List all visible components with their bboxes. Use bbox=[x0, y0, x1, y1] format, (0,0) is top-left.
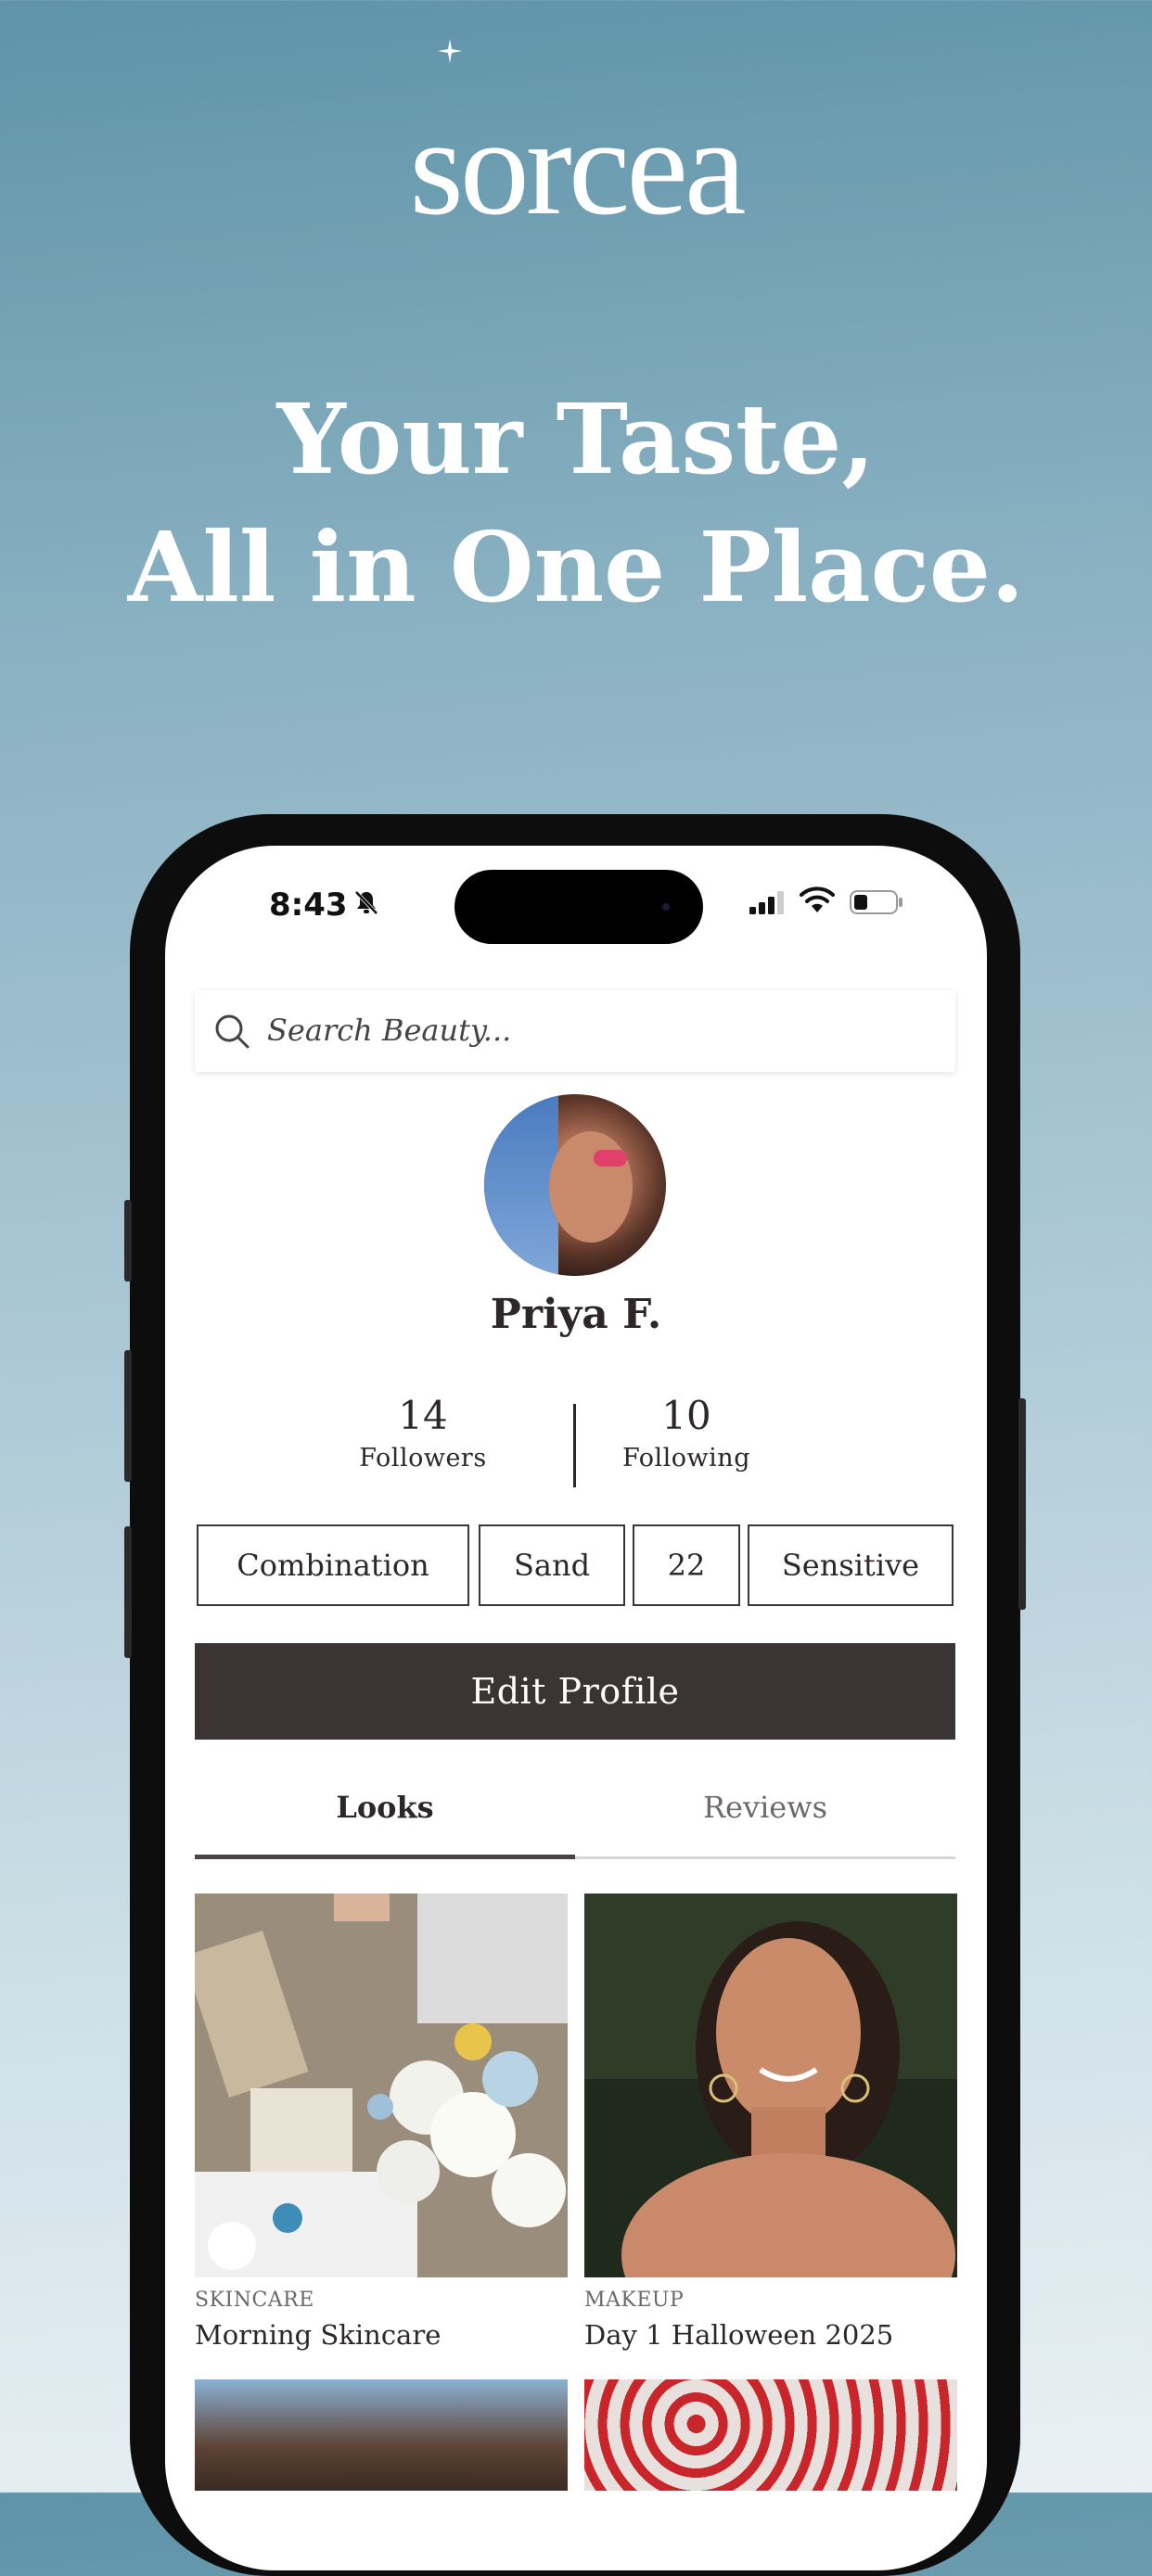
stats-divider bbox=[573, 1404, 576, 1487]
wifi-icon bbox=[800, 886, 835, 912]
profile-name: Priya F. bbox=[490, 1291, 662, 1338]
look-image bbox=[584, 2379, 957, 2491]
phone-volume-down bbox=[124, 1526, 132, 1658]
avatar[interactable] bbox=[484, 1094, 666, 1276]
followers-stat[interactable]: 14 Followers bbox=[330, 1393, 516, 1473]
tag-skin-tone: Sand bbox=[479, 1524, 625, 1606]
following-label: Following bbox=[622, 1444, 750, 1473]
look-card[interactable] bbox=[584, 2379, 957, 2491]
tag-skin-concern: Sensitive bbox=[748, 1524, 954, 1606]
search-input[interactable]: Search Beauty... bbox=[267, 1013, 511, 1048]
followers-label: Followers bbox=[359, 1444, 487, 1473]
following-count: 10 bbox=[661, 1393, 711, 1438]
headline-line-2: All in One Place. bbox=[127, 510, 1025, 624]
tab-active-indicator bbox=[195, 1855, 575, 1859]
bell-muted-icon bbox=[354, 890, 378, 915]
edit-profile-button[interactable]: Edit Profile bbox=[195, 1643, 955, 1740]
look-category: MAKEUP bbox=[584, 2289, 685, 2312]
sparkle-icon bbox=[438, 39, 462, 63]
headline-line-1: Your Taste, bbox=[276, 382, 876, 496]
tag-skin-type: Combination bbox=[197, 1524, 469, 1606]
look-image bbox=[195, 1894, 568, 2277]
camera-dot bbox=[662, 903, 670, 911]
look-image bbox=[584, 1894, 957, 2277]
search-icon bbox=[215, 1014, 250, 1049]
phone-screen: 8:43 Search Beauty... Priya F. 14 Follow… bbox=[165, 846, 987, 2570]
phone-power-button bbox=[1018, 1398, 1026, 1610]
status-time: 8:43 bbox=[269, 886, 348, 924]
brand-logo: sorcea bbox=[0, 97, 1152, 236]
look-card[interactable] bbox=[195, 2379, 568, 2491]
logo-text: sorcea bbox=[409, 90, 746, 244]
cellular-signal-icon bbox=[749, 891, 784, 914]
search-bar[interactable]: Search Beauty... bbox=[195, 990, 955, 1072]
avatar-background bbox=[484, 1094, 558, 1276]
battery-icon bbox=[850, 890, 902, 914]
following-stat[interactable]: 10 Following bbox=[594, 1393, 779, 1473]
look-title: Morning Skincare bbox=[195, 2319, 442, 2351]
status-bar: 8:43 bbox=[165, 846, 987, 948]
avatar-face bbox=[549, 1131, 633, 1243]
headline: Your Taste, All in One Place. bbox=[0, 376, 1152, 631]
phone-volume-up bbox=[124, 1350, 132, 1482]
tab-looks[interactable]: Looks bbox=[195, 1790, 575, 1825]
portrait-image bbox=[584, 1894, 957, 2277]
tab-reviews[interactable]: Reviews bbox=[575, 1790, 955, 1825]
look-card[interactable]: MAKEUP Day 1 Halloween 2025 bbox=[584, 1894, 957, 2351]
skincare-products-image bbox=[195, 1894, 568, 2277]
look-image bbox=[195, 2379, 568, 2491]
look-title: Day 1 Halloween 2025 bbox=[584, 2319, 894, 2351]
look-category: SKINCARE bbox=[195, 2289, 314, 2312]
phone-silent-switch bbox=[124, 1200, 132, 1282]
look-card[interactable]: SKINCARE Morning Skincare bbox=[195, 1894, 568, 2351]
avatar-detail bbox=[594, 1150, 627, 1167]
dynamic-island bbox=[454, 870, 703, 944]
followers-count: 14 bbox=[398, 1393, 448, 1438]
tag-age: 22 bbox=[633, 1524, 740, 1606]
